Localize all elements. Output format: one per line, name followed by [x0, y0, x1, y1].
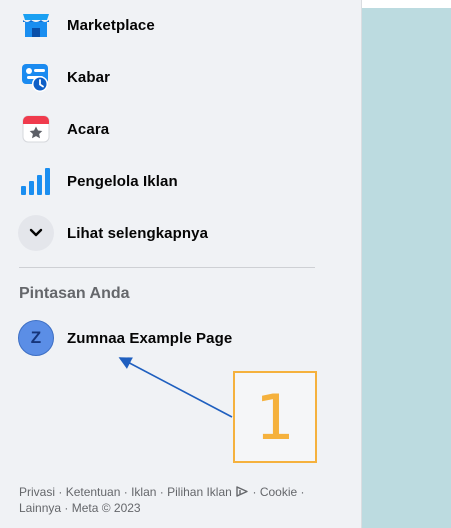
annotation-arrow — [118, 357, 233, 418]
annotation-number-box: 1 — [233, 371, 317, 463]
